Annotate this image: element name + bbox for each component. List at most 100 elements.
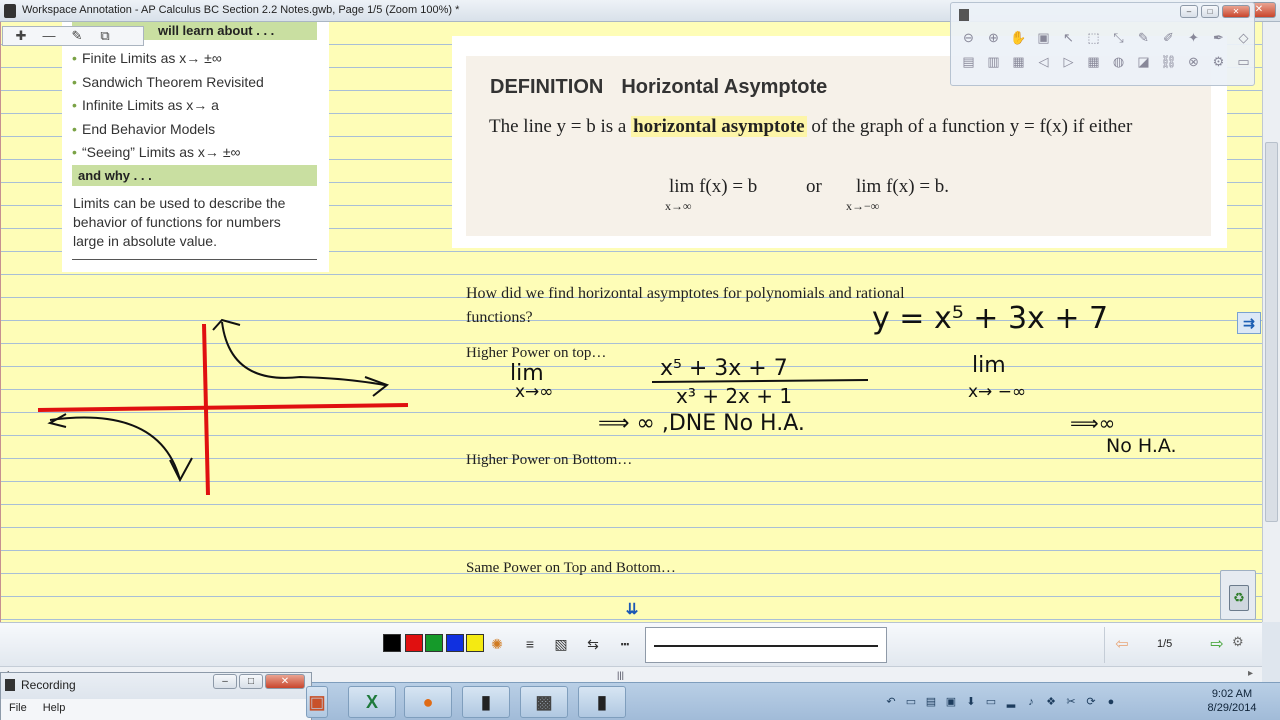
recycle-icon: ♻	[1229, 585, 1249, 611]
same-power: Same Power on Top and Bottom…	[466, 560, 676, 576]
power-icon[interactable]: ●	[1104, 695, 1118, 709]
minimize-button[interactable]: –	[1180, 5, 1198, 18]
clock[interactable]: 9:02 AM 8/29/2014	[1196, 687, 1268, 715]
line-preview[interactable]	[645, 627, 887, 663]
recording-controls: – □ ✕	[213, 674, 305, 689]
color-green[interactable]	[425, 634, 443, 652]
workspace-icon[interactable]: ▮	[462, 686, 510, 718]
menu-help[interactable]: Help	[43, 702, 66, 717]
volume-icon[interactable]: ♪	[1024, 695, 1038, 709]
pointer-icon[interactable]: ↖	[1059, 29, 1078, 47]
margin-line	[0, 22, 1, 622]
highlighter-icon[interactable]: ✐	[1159, 29, 1178, 47]
dropbox-icon[interactable]: ❖	[1044, 695, 1058, 709]
marker-icon[interactable]: ✒	[1209, 29, 1228, 47]
eraser-icon[interactable]: ✦	[1184, 29, 1203, 47]
zoom-in-icon[interactable]: ⊕	[984, 29, 1003, 47]
workspace-icon[interactable]: ▮	[578, 686, 626, 718]
definition-text: The line y = b is a	[489, 116, 632, 137]
display-icon[interactable]: ▣	[944, 695, 958, 709]
screen-icon[interactable]: ▭	[984, 695, 998, 709]
monitor-icon[interactable]: ▭	[904, 695, 918, 709]
maximize-button[interactable]: □	[1201, 5, 1219, 18]
disk-icon[interactable]: ▩	[520, 686, 568, 718]
lasso-icon[interactable]: ⬚	[1084, 29, 1103, 47]
zoom-out-icon[interactable]: ⊖	[959, 29, 978, 47]
camera-icon[interactable]: ◍	[1109, 53, 1128, 71]
back-icon[interactable]: ↶	[884, 695, 898, 709]
higher-power-bottom: Higher Power on Bottom…	[466, 452, 633, 468]
scroll-grip-icon[interactable]: |||	[617, 670, 624, 680]
question-text: How did we find horizontal asymptotes fo…	[466, 285, 905, 302]
page-icon[interactable]: ▥	[984, 53, 1003, 71]
sync-icon[interactable]: ⟳	[1084, 695, 1098, 709]
taskbar-app-icon[interactable]: ▣	[306, 686, 328, 718]
drag-handle[interactable]	[959, 9, 969, 21]
limit-sub: x→∞	[665, 199, 692, 213]
floating-toolbar: – □ ✕ ⊖ ⊕ ✋ ▣ ↖ ⬚ ⤡ ✎ ✐ ✦ ✒ ◇ ✧ ▤ ▥ ▦ ◁ …	[950, 2, 1274, 86]
excel-icon[interactable]: X	[348, 686, 396, 718]
download-icon[interactable]: ⬇	[964, 695, 978, 709]
list-item: Sandwich Theorem Revisited	[72, 72, 317, 96]
window-icon[interactable]: ▭	[1234, 53, 1253, 71]
color-black[interactable]	[383, 634, 401, 652]
line-style-icon[interactable]: ⇆	[583, 634, 603, 654]
minimize-button[interactable]: –	[213, 674, 237, 689]
link-icon[interactable]: ⛓	[1159, 53, 1178, 71]
network-icon[interactable]: ▤	[924, 695, 938, 709]
list-item: End Behavior Models	[72, 119, 317, 143]
definition-name: Horizontal Asymptote	[621, 76, 828, 98]
save-icon[interactable]: ▦	[1009, 53, 1028, 71]
clock-date: 8/29/2014	[1207, 702, 1257, 714]
expand-right-icon[interactable]: ⇉	[1237, 312, 1261, 334]
line-width-icon[interactable]: ≡	[520, 634, 540, 654]
page-options-icon[interactable]: ⚙	[1232, 634, 1248, 654]
grid-icon[interactable]: ▦	[1084, 53, 1103, 71]
vertical-scrollbar[interactable]	[1262, 22, 1280, 622]
menu-file[interactable]: File	[9, 702, 27, 717]
back-icon[interactable]: ◁	[1034, 53, 1053, 71]
scroll-thumb[interactable]	[1265, 142, 1278, 522]
recording-title: Recording	[21, 678, 76, 692]
palette-icon[interactable]: ✺	[487, 634, 507, 654]
hand-icon[interactable]: ✋	[1009, 29, 1028, 47]
copy-icon[interactable]: ⧉	[93, 28, 117, 44]
pen-icon[interactable]: ✎	[1134, 29, 1153, 47]
recording-window: Recording – □ ✕ File Help	[0, 672, 312, 720]
list-item: “Seeing” Limits as x→ ±∞	[72, 142, 317, 166]
close-button[interactable]: ✕	[1222, 5, 1250, 18]
move-icon[interactable]: ⤡	[1109, 29, 1128, 47]
firefox-icon[interactable]: ●	[404, 686, 452, 718]
forward-icon[interactable]: ▷	[1059, 53, 1078, 71]
learn-list: Finite Limits as x→ ±∞ Sandwich Theorem …	[72, 48, 317, 166]
page-number: 1/5	[1157, 638, 1173, 650]
style-icon[interactable]: ▧	[551, 634, 571, 654]
signal-icon[interactable]: ▂	[1004, 695, 1018, 709]
color-yellow[interactable]	[466, 634, 484, 652]
add-icon[interactable]: ✚	[9, 28, 33, 44]
new-page-icon[interactable]: ▤	[959, 53, 978, 71]
next-page-icon[interactable]: ⇨	[1207, 634, 1227, 654]
select-icon[interactable]: ▣	[1034, 29, 1053, 47]
color-red[interactable]	[405, 634, 423, 652]
shape-icon[interactable]: ◇	[1234, 29, 1253, 47]
edit-icon[interactable]: ✎	[65, 28, 89, 44]
scroll-right-icon[interactable]: ▸	[1248, 668, 1253, 679]
maximize-button[interactable]: □	[239, 674, 263, 689]
delete-icon[interactable]: ⊗	[1184, 53, 1203, 71]
limit-sub: x→−∞	[846, 199, 880, 213]
minus-icon[interactable]: —	[37, 28, 61, 44]
dash-icon[interactable]: ┅	[615, 634, 635, 654]
mini-toolbar: ✚ — ✎ ⧉	[2, 26, 144, 46]
list-item: Infinite Limits as x→ a	[72, 95, 317, 119]
settings-icon[interactable]: ⚙	[1209, 53, 1228, 71]
close-button[interactable]: ✕	[265, 674, 305, 689]
clip-icon[interactable]: ◪	[1134, 53, 1153, 71]
color-blue[interactable]	[446, 634, 464, 652]
divider	[72, 259, 317, 260]
expand-down-icon[interactable]: ⇊	[621, 600, 643, 620]
prev-page-icon[interactable]: ⇦	[1112, 634, 1132, 654]
definition-text: of the graph of a function y = f(x) if e…	[806, 116, 1133, 137]
recycle-bin[interactable]: ♻	[1220, 570, 1256, 620]
tools-icon[interactable]: ✂	[1064, 695, 1078, 709]
